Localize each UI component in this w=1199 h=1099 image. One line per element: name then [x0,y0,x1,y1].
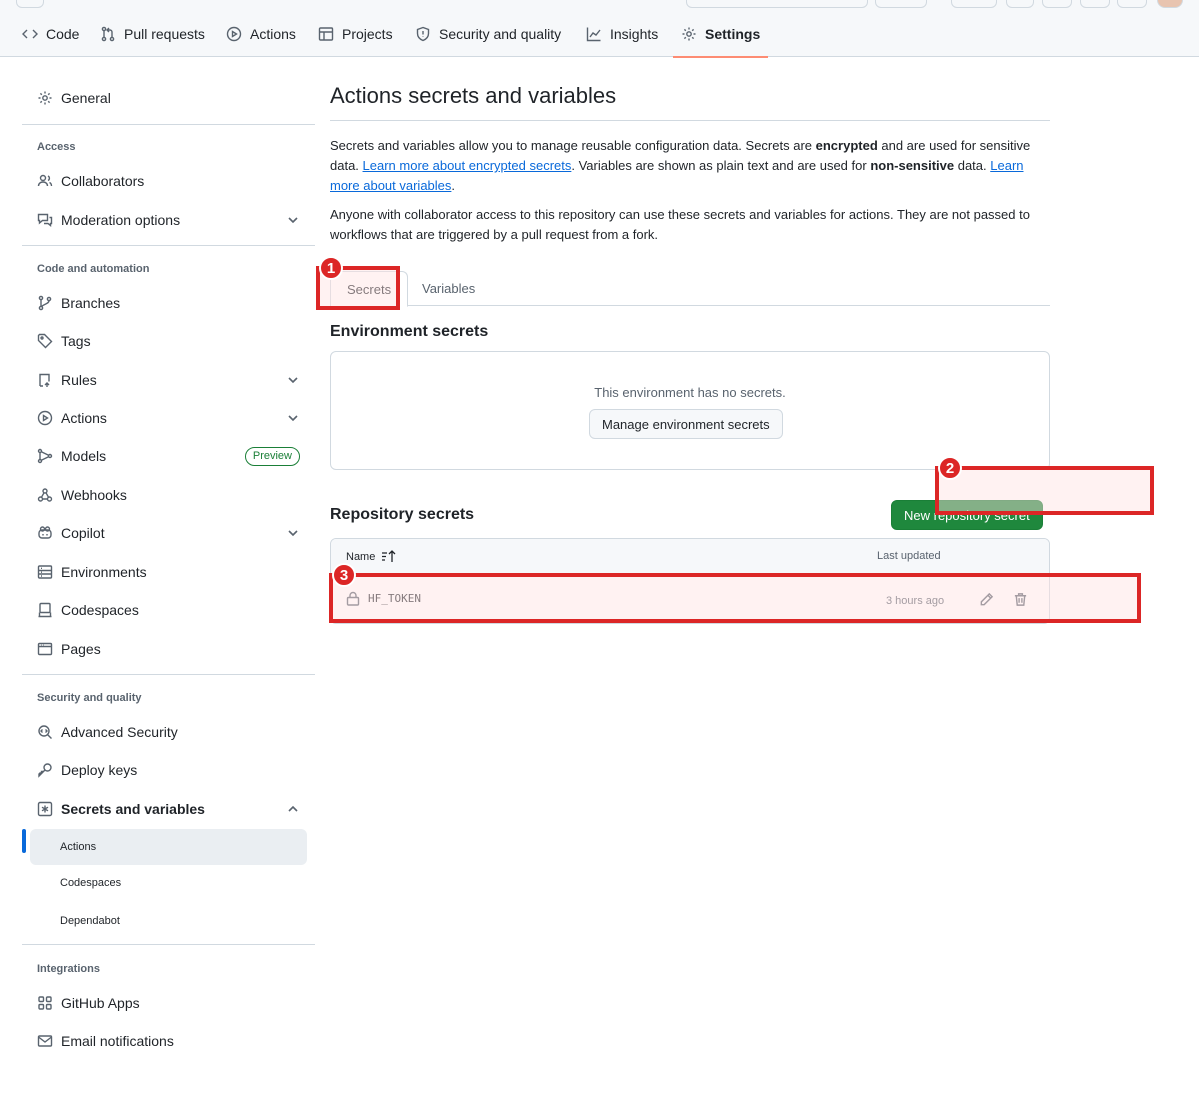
tab-variables[interactable]: Variables [406,271,491,306]
sidebar-item-pages[interactable]: Pages [22,632,315,666]
learn-encrypted-secrets-link[interactable]: Learn more about encrypted secrets [363,158,572,173]
git-branch-icon [38,295,52,311]
selected-tab-underline [673,56,769,58]
environment-secrets-title: Environment secrets [330,323,489,340]
secrets-variables-tabs: Secrets Variables [330,271,1050,307]
tab-insights[interactable]: Insights [586,10,658,57]
top-header-fragment [0,0,1199,10]
table-header: Name Last updated [331,539,1049,574]
tab-code[interactable]: Code [22,10,79,57]
tag-icon [37,333,53,349]
search-input[interactable] [686,0,868,8]
sidebar-subitem-codespaces[interactable]: Codespaces [30,865,307,901]
sidebar-item-general[interactable]: General [22,81,315,115]
tab-settings[interactable]: Settings [673,10,769,58]
tab-security[interactable]: Security and quality [415,10,561,57]
apps-icon [38,996,52,1010]
play-icon [226,26,242,41]
chevron-down-icon[interactable] [287,527,299,539]
sidebar-item-webhooks[interactable]: Webhooks [22,478,315,512]
sidebar-subitem-actions[interactable]: Actions [30,829,307,865]
collaborator-note: Anyone with collaborator access to this … [330,207,1030,242]
sidebar-subitem-dependabot[interactable]: Dependabot [30,903,307,939]
sidebar-item-rules[interactable]: Rules [22,363,315,397]
sidebar-heading-integrations: Integrations [37,963,100,975]
repository-nav: Code Pull requests Actions Projects Secu… [0,10,1199,58]
annotation-box-3 [329,573,1141,623]
repository-secrets-title: Repository secrets [330,506,475,523]
server-icon [37,565,53,579]
gear-icon [682,27,696,40]
codespaces-icon [38,602,52,618]
sidebar-item-environments[interactable]: Environments [22,555,315,589]
sidebar-divider [22,245,315,246]
gear-icon [38,91,52,105]
webhook-icon [37,488,53,502]
chevron-down-icon[interactable] [287,374,299,386]
shield-icon [416,26,430,41]
chevron-down-icon[interactable] [287,412,299,424]
sidebar-item-email-notifications[interactable]: Email notifications [22,1024,315,1058]
sidebar-item-models[interactable]: Models Preview [22,439,315,473]
table-icon [318,26,334,41]
chevron-down-icon[interactable] [287,214,299,226]
secrets-submenu: Actions Codespaces Dependabot [22,695,315,935]
active-indicator [22,829,26,853]
environment-secrets-box: This environment has no secrets. Manage … [330,351,1050,470]
sidebar-divider [22,674,315,675]
intro-paragraph: Secrets and variables allow you to manag… [330,138,1031,193]
inbox-button[interactable] [1117,0,1147,8]
sidebar-divider [22,944,315,945]
comment-discussion-icon [37,213,53,227]
sidebar-heading-access: Access [37,141,76,153]
empty-state-text: This environment has no secrets. [594,385,786,400]
code-icon [22,29,38,38]
sort-ascending-icon [382,550,396,562]
graph-icon [586,27,601,41]
tab-pull-requests[interactable]: Pull requests [100,10,205,57]
tab-projects[interactable]: Projects [318,10,393,57]
annotation-badge-3: 3 [332,563,356,587]
git-pull-request-icon [101,26,115,41]
annotation-badge-1: 1 [319,256,343,280]
play-icon [37,410,53,426]
sidebar-item-collaborators[interactable]: Collaborators [22,164,315,198]
pull-requests-button[interactable] [1042,0,1072,8]
copilot-icon [38,526,52,539]
name-column-header[interactable]: Name [346,550,397,563]
avatar[interactable] [1157,0,1183,8]
browser-icon [37,642,53,656]
sidebar-item-tags[interactable]: Tags [22,324,315,358]
menu-button[interactable] [16,0,44,8]
sidebar-item-copilot[interactable]: Copilot [22,516,315,550]
notifications-button[interactable] [1080,0,1110,8]
sidebar-item-github-apps[interactable]: GitHub Apps [22,986,315,1020]
repo-push-icon [39,373,50,387]
sidebar-item-moderation[interactable]: Moderation options [22,203,315,237]
mail-icon [37,1035,53,1047]
issues-button[interactable] [1006,0,1034,8]
page-title: Actions secrets and variables [330,83,617,108]
manage-environment-secrets-button[interactable]: Manage environment secrets [589,409,783,439]
annotation-badge-2: 2 [938,456,962,480]
command-button[interactable] [875,0,927,8]
title-divider [330,120,1050,121]
sidebar-heading-code-automation: Code and automation [37,263,150,275]
sidebar-divider [22,124,315,125]
people-icon [37,174,53,187]
annotation-box-2 [935,466,1154,515]
ai-model-icon [37,448,53,464]
last-updated-column-header: Last updated [877,550,941,562]
tab-actions[interactable]: Actions [226,10,296,57]
sidebar-item-branches[interactable]: Branches [22,286,315,320]
sidebar-item-actions[interactable]: Actions [22,401,315,435]
create-button[interactable] [951,0,997,8]
preview-badge: Preview [244,447,300,466]
sidebar-item-codespaces[interactable]: Codespaces [22,593,315,627]
